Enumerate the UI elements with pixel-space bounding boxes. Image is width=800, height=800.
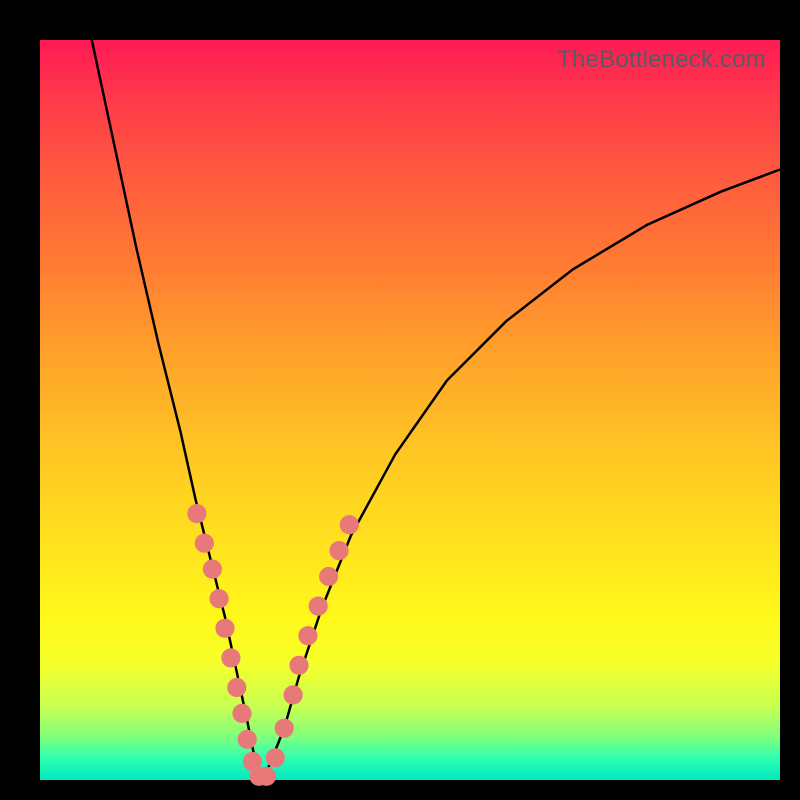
plot-area: TheBottleneck.com bbox=[40, 40, 780, 780]
highlight-marker bbox=[187, 504, 206, 523]
highlight-marker bbox=[289, 656, 308, 675]
highlight-marker bbox=[329, 541, 348, 560]
highlight-marker bbox=[215, 619, 234, 638]
highlight-marker bbox=[210, 589, 229, 608]
highlight-marker bbox=[298, 626, 317, 645]
highlight-marker bbox=[195, 534, 214, 553]
marker-group bbox=[187, 504, 359, 786]
highlight-marker bbox=[203, 560, 222, 579]
curve-layer bbox=[40, 40, 780, 780]
highlight-marker bbox=[275, 719, 294, 738]
highlight-marker bbox=[238, 730, 257, 749]
highlight-marker bbox=[227, 678, 246, 697]
chart-frame: TheBottleneck.com bbox=[0, 0, 800, 800]
highlight-marker bbox=[257, 767, 276, 786]
highlight-marker bbox=[319, 567, 338, 586]
bottleneck-curve bbox=[92, 40, 780, 780]
highlight-marker bbox=[221, 648, 240, 667]
highlight-marker bbox=[266, 748, 285, 767]
highlight-marker bbox=[309, 597, 328, 616]
highlight-marker bbox=[284, 685, 303, 704]
highlight-marker bbox=[340, 515, 359, 534]
highlight-marker bbox=[232, 704, 251, 723]
